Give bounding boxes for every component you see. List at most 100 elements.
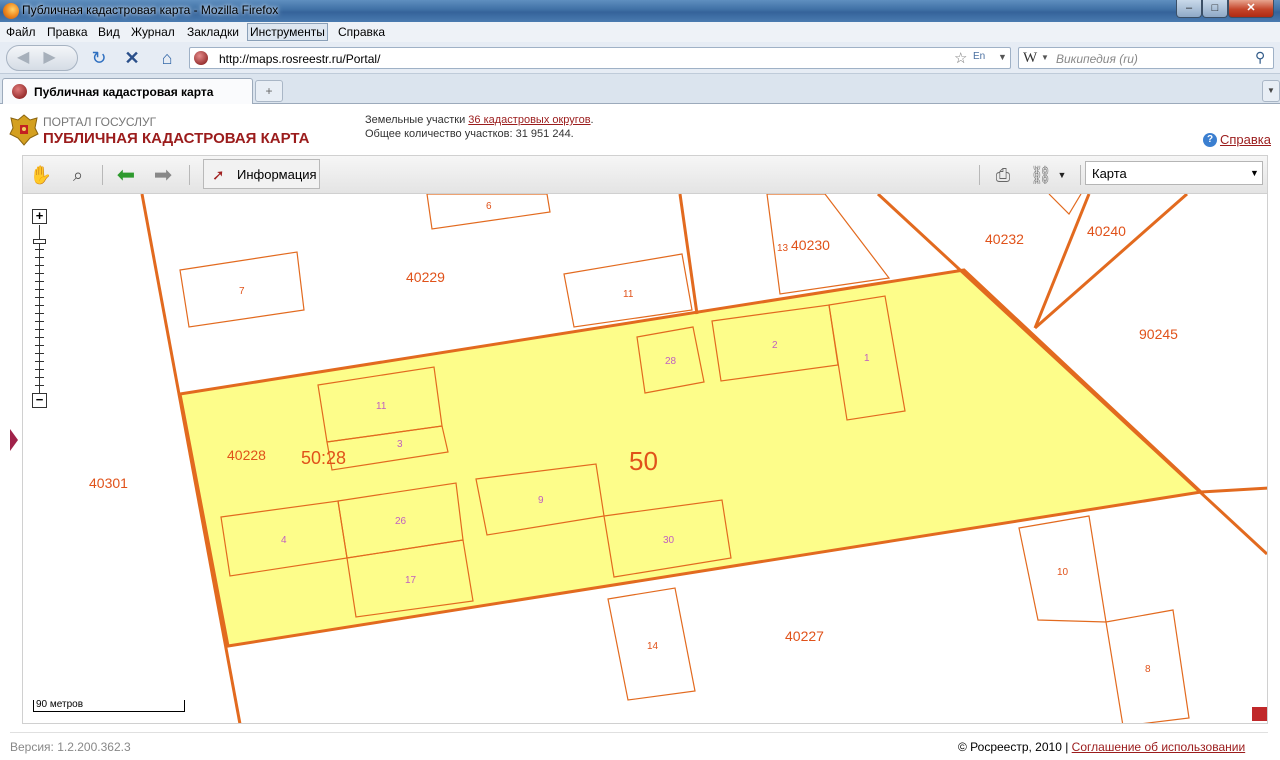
- tab-favicon: [12, 84, 27, 99]
- menu-tools[interactable]: Инструменты: [247, 23, 328, 41]
- home-icon[interactable]: ⌂: [155, 45, 179, 71]
- parcel-label[interactable]: 11: [623, 289, 634, 300]
- parcel-label[interactable]: 8: [1145, 664, 1151, 675]
- wikipedia-icon[interactable]: W: [1023, 50, 1037, 67]
- forward-arrow-icon[interactable]: ▶: [43, 49, 69, 66]
- parcel-label[interactable]: 13: [777, 243, 789, 254]
- help-link[interactable]: Справка: [1220, 132, 1271, 147]
- help-icon[interactable]: ?: [1203, 133, 1217, 147]
- parcel-north-edge[interactable]: [1048, 194, 1082, 215]
- list-all-tabs-button[interactable]: ▼: [1262, 80, 1280, 102]
- coat-of-arms-icon[interactable]: [8, 112, 40, 148]
- zoom-tick: [35, 265, 44, 266]
- quarter-label[interactable]: 40228: [227, 447, 266, 463]
- quarter-label[interactable]: 40232: [985, 231, 1024, 247]
- cadastral-map[interactable]: 40229 40230 40232 40240 90245 40228 4030…: [23, 194, 1268, 724]
- url-text[interactable]: http://maps.rosreestr.ru/Portal/: [219, 52, 380, 66]
- parcel-label[interactable]: 9: [538, 495, 544, 506]
- zoom-in-button[interactable]: +: [32, 209, 47, 224]
- search-input[interactable]: Википедия (ru): [1056, 52, 1138, 66]
- menu-help[interactable]: Справка: [338, 25, 385, 39]
- menu-file[interactable]: Файл: [6, 25, 36, 39]
- menu-history[interactable]: Журнал: [131, 25, 175, 39]
- window-titlebar: Публичная кадастровая карта - Mozilla Fi…: [0, 0, 1280, 22]
- site-identity-icon[interactable]: [194, 51, 208, 65]
- parcel-label[interactable]: 10: [1057, 567, 1069, 578]
- scale-bar: 90 метров: [33, 700, 185, 712]
- stats-prefix: Земельные участки: [365, 114, 466, 126]
- zoom-tick: [35, 337, 44, 338]
- page-title[interactable]: ПУБЛИЧНАЯ КАДАСТРОВАЯ КАРТА: [43, 130, 309, 147]
- overview-map-button[interactable]: [1252, 707, 1267, 721]
- reload-icon[interactable]: ↻: [88, 45, 110, 71]
- quarter-label[interactable]: 40227: [785, 628, 824, 644]
- parcel-label[interactable]: 7: [239, 286, 245, 297]
- pan-hand-icon[interactable]: ✋: [29, 163, 53, 187]
- parcel-label[interactable]: 14: [647, 641, 659, 652]
- parcel-label[interactable]: 26: [395, 516, 407, 527]
- map-viewport[interactable]: 40229 40230 40232 40240 90245 40228 4030…: [22, 194, 1268, 724]
- quarter-label[interactable]: 40230: [791, 237, 830, 253]
- quarter-label[interactable]: 40229: [406, 269, 445, 285]
- side-panel-toggle[interactable]: [10, 429, 18, 451]
- menu-edit[interactable]: Правка: [47, 25, 88, 39]
- parcel-label[interactable]: 3: [397, 439, 403, 450]
- parcel-label[interactable]: 1: [864, 353, 870, 364]
- parcel-label[interactable]: 6: [486, 201, 492, 212]
- zoom-slider-handle[interactable]: [33, 239, 46, 244]
- block-code-label[interactable]: 50:28: [301, 448, 346, 468]
- link-icon[interactable]: ⛓: [1029, 163, 1053, 187]
- navigation-toolbar: ◀▶ ↻ ✕ ⌂ http://maps.rosreestr.ru/Portal…: [0, 42, 1280, 74]
- stop-icon[interactable]: ✕: [121, 45, 143, 71]
- zoom-box-icon[interactable]: ⌕: [66, 163, 90, 187]
- zoom-tick: [35, 249, 44, 250]
- search-icon[interactable]: ⚲: [1255, 49, 1265, 66]
- quarter-label[interactable]: 40240: [1087, 223, 1126, 239]
- parcel-label[interactable]: 4: [281, 535, 287, 546]
- search-bar[interactable]: W ▼ Википедия (ru) ⚲: [1018, 47, 1274, 69]
- close-window-button[interactable]: ✕: [1228, 0, 1274, 18]
- zoom-tick: [35, 305, 44, 306]
- address-bar[interactable]: http://maps.rosreestr.ru/Portal/ ☆ En ▼: [189, 47, 1011, 69]
- next-extent-icon[interactable]: ➡: [150, 163, 176, 187]
- menu-view[interactable]: Вид: [98, 25, 120, 39]
- back-forward-buttons[interactable]: ◀▶: [6, 45, 78, 71]
- minimize-button[interactable]: –: [1176, 0, 1202, 18]
- url-dropdown-icon[interactable]: ▼: [998, 52, 1007, 62]
- zoom-tick: [35, 313, 44, 314]
- zoom-tick: [35, 257, 44, 258]
- block-label[interactable]: 50: [629, 446, 658, 476]
- quarter-label[interactable]: 40301: [89, 475, 128, 491]
- zoom-tick: [35, 289, 44, 290]
- districts-link[interactable]: 36 кадастровых округов: [468, 114, 590, 126]
- menu-bookmarks[interactable]: Закладки: [187, 25, 239, 39]
- back-arrow-icon[interactable]: ◀: [17, 49, 43, 66]
- parcel-label[interactable]: 11: [376, 401, 387, 412]
- zoom-out-button[interactable]: −: [32, 393, 47, 408]
- quarter-label[interactable]: 90245: [1139, 326, 1178, 342]
- parcel-label[interactable]: 30: [663, 535, 675, 546]
- language-badge[interactable]: En: [973, 51, 985, 62]
- parcel-label[interactable]: 2: [772, 340, 778, 351]
- link-dropdown-icon[interactable]: ▼: [1057, 163, 1067, 187]
- information-button[interactable]: ➚ Информация: [203, 159, 320, 189]
- parcel-label[interactable]: 17: [405, 575, 417, 586]
- bookmark-star-icon[interactable]: ☆: [954, 49, 967, 67]
- chevron-down-icon[interactable]: ▼: [1250, 168, 1259, 178]
- agreement-link[interactable]: Соглашение об использовании: [1072, 740, 1246, 754]
- map-layer-value[interactable]: Карта: [1092, 166, 1127, 181]
- zoom-tick: [35, 321, 44, 322]
- map-layer-select[interactable]: Карта ▼: [1085, 161, 1263, 185]
- zoom-tick: [35, 361, 44, 362]
- search-engine-dropdown-icon[interactable]: ▼: [1041, 53, 1049, 62]
- tab-cadastral-map[interactable]: Публичная кадастровая карта: [2, 78, 253, 104]
- previous-extent-icon[interactable]: ⬅: [113, 163, 139, 187]
- footer-divider: [10, 732, 1268, 733]
- portal-label[interactable]: ПОРТАЛ ГОСУСЛУГ: [43, 115, 156, 129]
- menu-bar: Файл Правка Вид Журнал Закладки Инструме…: [0, 22, 1280, 42]
- parcel-label[interactable]: 28: [665, 356, 677, 367]
- print-icon[interactable]: ⎙: [991, 163, 1015, 187]
- maximize-button[interactable]: □: [1202, 0, 1228, 18]
- new-tab-button[interactable]: +: [255, 80, 283, 102]
- zoom-tick: [35, 297, 44, 298]
